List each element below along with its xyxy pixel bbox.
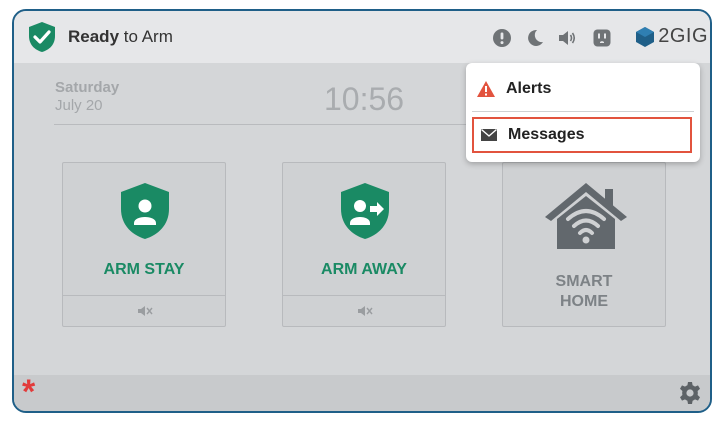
smart-home-label-line1: SMART — [555, 273, 613, 290]
brand-logo: 2GIG — [634, 25, 708, 48]
shield-check-icon[interactable] — [28, 21, 56, 53]
bottom-bar: * — [14, 373, 710, 411]
smart-home-wifi-icon — [545, 183, 627, 249]
menu-divider — [472, 111, 694, 112]
menu-item-messages[interactable]: Messages — [472, 117, 692, 153]
mute-icon — [358, 306, 373, 316]
day-of-week: Saturday — [55, 79, 120, 96]
menu-item-alerts[interactable]: Alerts — [466, 69, 700, 109]
mute-icon — [138, 306, 153, 316]
calendar-date: July 20 — [55, 97, 103, 114]
arm-status-text[interactable]: Ready to Arm — [68, 27, 173, 47]
brand-name: 2GIG — [658, 25, 708, 47]
panel-screen: Ready to Arm 2GIG Saturday July 20 10:56… — [12, 9, 712, 413]
arm-status-rest: to Arm — [119, 27, 173, 46]
moon-icon[interactable] — [525, 28, 545, 48]
alert-circle-icon[interactable] — [492, 28, 512, 48]
header-divider — [54, 124, 474, 125]
date-display: Saturday July 20 — [55, 79, 119, 115]
arm-away-mute-toggle[interactable] — [283, 295, 445, 326]
arm-away-label: ARM AWAY — [321, 261, 407, 278]
arm-away-button[interactable]: ARM AWAY — [282, 162, 446, 327]
menu-item-messages-label: Messages — [508, 126, 585, 143]
shield-person-arrow-icon — [341, 183, 389, 239]
smart-home-label-line2: HOME — [560, 293, 608, 310]
arm-stay-mute-toggle[interactable] — [63, 295, 225, 326]
arm-status-bold: Ready — [68, 27, 120, 46]
warning-triangle-icon — [477, 81, 495, 97]
arm-stay-label: ARM STAY — [103, 261, 185, 278]
status-bar: Ready to Arm 2GIG — [14, 11, 710, 63]
clock-time: 10:56 — [324, 81, 405, 117]
notifications-menu: Alerts Messages — [466, 63, 700, 162]
outlet-icon[interactable] — [592, 28, 612, 48]
gear-icon[interactable] — [678, 381, 702, 405]
brand-mark-icon — [636, 26, 655, 47]
asterisk-icon[interactable]: * — [22, 373, 35, 411]
smart-home-button[interactable]: SMART HOME — [502, 162, 666, 327]
arm-stay-button[interactable]: ARM STAY — [62, 162, 226, 327]
menu-item-alerts-label: Alerts — [506, 80, 552, 97]
envelope-icon — [481, 128, 497, 141]
shield-person-icon — [121, 183, 169, 239]
speaker-icon[interactable] — [557, 28, 577, 48]
